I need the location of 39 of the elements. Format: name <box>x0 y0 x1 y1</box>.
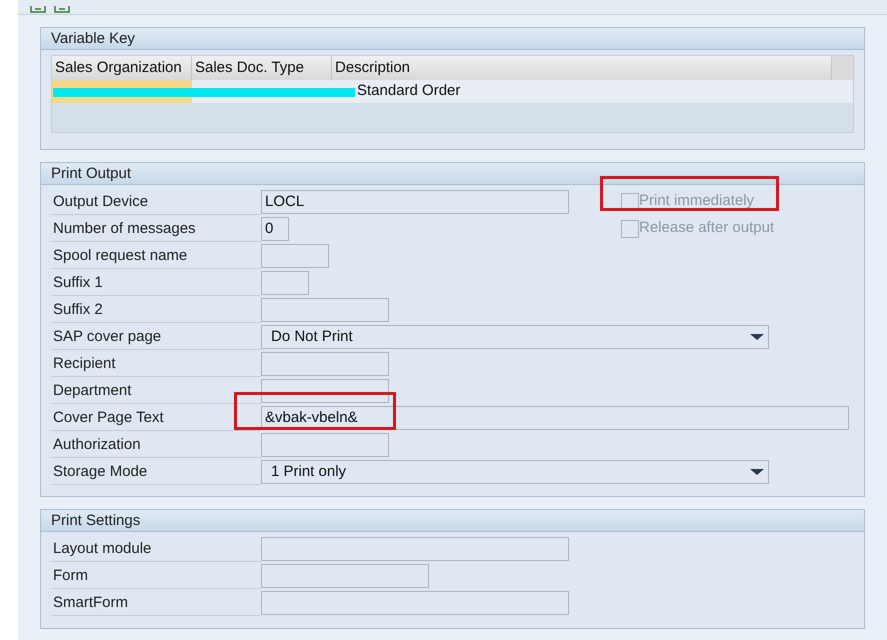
field-label: Cover Page Text <box>51 404 261 430</box>
field-label: Recipient <box>51 350 261 376</box>
field-label: Spool request name <box>51 242 261 268</box>
dropdown-value: Do Not Print <box>271 326 353 346</box>
field-label: Storage Mode <box>51 458 261 484</box>
input-field[interactable] <box>261 536 569 560</box>
field-label: Department <box>51 378 261 404</box>
field-label: Suffix 2 <box>51 296 261 322</box>
checkbox-label: Release after output <box>639 218 774 238</box>
input-field[interactable] <box>261 564 429 588</box>
input-field[interactable] <box>261 244 329 268</box>
field-label: Authorization <box>51 432 261 458</box>
column-header[interactable]: Sales Doc. Type <box>192 56 332 80</box>
caret-icon <box>750 332 764 340</box>
input-field[interactable] <box>261 270 309 294</box>
input-field[interactable] <box>261 432 389 456</box>
field-label: Number of messages <box>51 216 261 242</box>
collapse-icon[interactable] <box>54 6 70 14</box>
field-label: Output Device <box>51 188 261 214</box>
field-label: SAP cover page <box>51 324 261 350</box>
checkbox-label: Print immediately <box>639 191 754 212</box>
expand-icon[interactable] <box>30 6 46 14</box>
table-row[interactable]: Standard Order <box>52 80 853 103</box>
field-label: SmartForm <box>51 590 261 616</box>
field-label: Form <box>51 562 261 588</box>
input-field[interactable]: LOCL <box>261 190 569 214</box>
column-header[interactable]: Description <box>332 56 832 80</box>
input-field[interactable]: 0 <box>261 216 289 240</box>
column-header[interactable]: Sales Organization <box>52 56 192 80</box>
dropdown[interactable]: Do Not Print <box>261 324 769 348</box>
input-field[interactable] <box>261 298 389 322</box>
field-label: Suffix 1 <box>51 270 261 296</box>
input-field[interactable] <box>261 590 569 614</box>
input-field[interactable] <box>261 352 389 376</box>
dropdown[interactable]: 1 Print only <box>261 460 769 484</box>
input-field[interactable]: &vbak-vbeln& <box>261 406 849 430</box>
dropdown-value: 1 Print only <box>271 462 346 482</box>
field-label: Layout module <box>51 536 261 562</box>
caret-icon <box>750 468 764 476</box>
